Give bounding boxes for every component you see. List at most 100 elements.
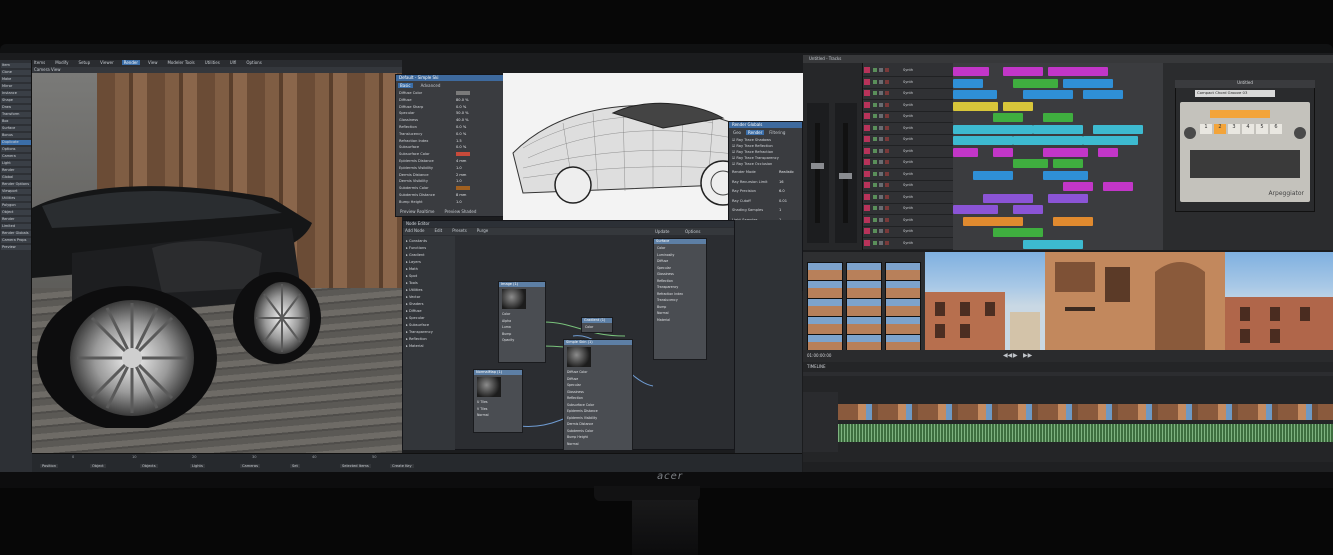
bottom-field[interactable]: Position	[40, 464, 58, 469]
property-value[interactable]: 0.0 %	[456, 145, 466, 149]
track-header[interactable]: Synth	[863, 180, 953, 192]
media-thumbnail[interactable]	[846, 262, 882, 281]
midi-region[interactable]	[1063, 78, 1113, 88]
step-button[interactable]: 2	[1214, 124, 1226, 134]
render-field-value[interactable]: 1	[779, 208, 781, 212]
sidebar-item[interactable]: Light	[1, 161, 31, 166]
render-tab[interactable]: Geo	[731, 130, 743, 135]
surface-editor-title[interactable]: Default - Simple Ski	[396, 75, 504, 81]
record-button[interactable]	[885, 171, 889, 176]
node-port[interactable]: Diffuse	[657, 259, 668, 263]
render-globals-title[interactable]: Render Globals	[729, 122, 802, 128]
channel-strip-2[interactable]	[835, 103, 857, 243]
menu-tab[interactable]: Options	[244, 60, 263, 65]
midi-region[interactable]	[973, 170, 1013, 180]
record-button[interactable]	[885, 125, 889, 130]
record-button[interactable]	[885, 229, 889, 233]
track-header[interactable]: Synth	[863, 169, 953, 181]
mute-button[interactable]	[873, 217, 877, 222]
midi-region[interactable]	[1033, 124, 1083, 134]
audio-clip-track[interactable]	[838, 424, 1333, 442]
solo-button[interactable]	[879, 194, 883, 199]
mute-button[interactable]	[873, 171, 877, 176]
track-header[interactable]: Synth	[863, 123, 953, 135]
sidebar-item[interactable]: Instance	[1, 91, 31, 96]
menu-tab[interactable]: Ulfi	[228, 60, 239, 65]
solo-button[interactable]	[879, 114, 883, 118]
midi-region[interactable]	[963, 216, 1023, 226]
sidebar-item[interactable]: Render Globals	[1, 231, 31, 236]
record-button[interactable]	[885, 160, 889, 164]
color-swatch[interactable]	[456, 152, 470, 157]
sidebar-item[interactable]: Transform	[1, 112, 31, 117]
property-value[interactable]: 0.0 %	[456, 105, 466, 109]
midi-region[interactable]	[983, 193, 1033, 203]
video-viewer[interactable]	[925, 252, 1333, 350]
midi-region[interactable]	[1083, 136, 1138, 145]
plugin-preset-select[interactable]: Compact Chord Groove 03	[1195, 90, 1275, 97]
bottom-field[interactable]: Cameras	[240, 464, 260, 469]
media-thumbnail[interactable]	[885, 262, 921, 281]
menu-tab[interactable]: Render	[121, 60, 140, 65]
property-value[interactable]: 40.0 %	[456, 118, 469, 122]
sidebar-item[interactable]: Make	[1, 77, 31, 82]
render-field-value[interactable]: 16	[779, 180, 784, 184]
record-button[interactable]	[885, 114, 889, 118]
node-port[interactable]: Reflection	[657, 279, 673, 283]
record-button[interactable]	[885, 68, 889, 72]
midi-region[interactable]	[1013, 136, 1083, 145]
node-port[interactable]: Normal	[567, 442, 579, 446]
node-port[interactable]: Color	[585, 325, 593, 329]
menu-tab[interactable]: Modify	[53, 60, 70, 65]
solo-button[interactable]	[879, 171, 883, 176]
track-header[interactable]: Synth	[863, 203, 953, 215]
property-value[interactable]: 1.0	[456, 166, 462, 170]
mute-button[interactable]	[873, 91, 877, 95]
node-port[interactable]: Glossiness	[567, 390, 584, 394]
sidebar-item[interactable]: Camera Props	[1, 238, 31, 243]
shader-node[interactable]: Simple Skin (1) Diffuse Color Diffuse Specu…	[563, 339, 633, 451]
node-port[interactable]: Epidermis Distance	[567, 409, 598, 413]
mute-button[interactable]	[873, 229, 877, 233]
mute-button[interactable]	[873, 68, 877, 72]
sidebar-item[interactable]: Surface	[1, 126, 31, 131]
mute-button[interactable]	[873, 137, 877, 141]
bottom-field[interactable]: Objects	[140, 464, 158, 469]
midi-region[interactable]	[1048, 67, 1108, 76]
track-header[interactable]: Synth	[863, 88, 953, 100]
midi-region[interactable]	[1098, 147, 1118, 157]
solo-button[interactable]	[879, 79, 883, 84]
midi-region[interactable]	[1013, 78, 1058, 88]
node-title[interactable]: Simple Skin (1)	[564, 340, 632, 345]
midi-region[interactable]	[1023, 239, 1083, 249]
sidebar-item[interactable]: Render	[1, 168, 31, 173]
midi-region[interactable]	[1003, 67, 1043, 76]
mute-button[interactable]	[873, 240, 877, 245]
render-field-value[interactable]: 0.01	[779, 199, 787, 203]
step-button[interactable]: 1	[1200, 124, 1212, 134]
midi-region[interactable]	[993, 113, 1023, 122]
sidebar-item[interactable]: Mirror	[1, 84, 31, 89]
step-button[interactable]: 6	[1270, 124, 1282, 134]
surface-footer-option[interactable]: Preview Shaded	[443, 209, 479, 214]
midi-region[interactable]	[1103, 182, 1133, 191]
sidebar-item[interactable]: Box	[1, 119, 31, 124]
node-port[interactable]: Diffuse	[567, 377, 578, 381]
render-field-value[interactable]: 6.0	[779, 189, 785, 193]
record-button[interactable]	[885, 79, 889, 84]
node-port[interactable]: Bump Height	[567, 435, 588, 439]
midi-region[interactable]	[953, 124, 1033, 134]
node-port[interactable]: Epidermis Visibility	[567, 416, 597, 420]
media-thumbnail[interactable]	[885, 316, 921, 335]
midi-region[interactable]	[993, 147, 1013, 157]
mute-button[interactable]	[873, 206, 877, 210]
solo-button[interactable]	[879, 206, 883, 210]
midi-region[interactable]	[1083, 90, 1123, 99]
midi-region[interactable]	[1013, 205, 1043, 214]
media-thumbnail[interactable]	[846, 316, 882, 335]
color-swatch[interactable]	[456, 91, 470, 95]
node-port[interactable]: Glossiness	[657, 272, 674, 276]
mute-button[interactable]	[873, 148, 877, 153]
node-port[interactable]: Transparency	[657, 285, 678, 289]
solo-button[interactable]	[879, 102, 883, 107]
